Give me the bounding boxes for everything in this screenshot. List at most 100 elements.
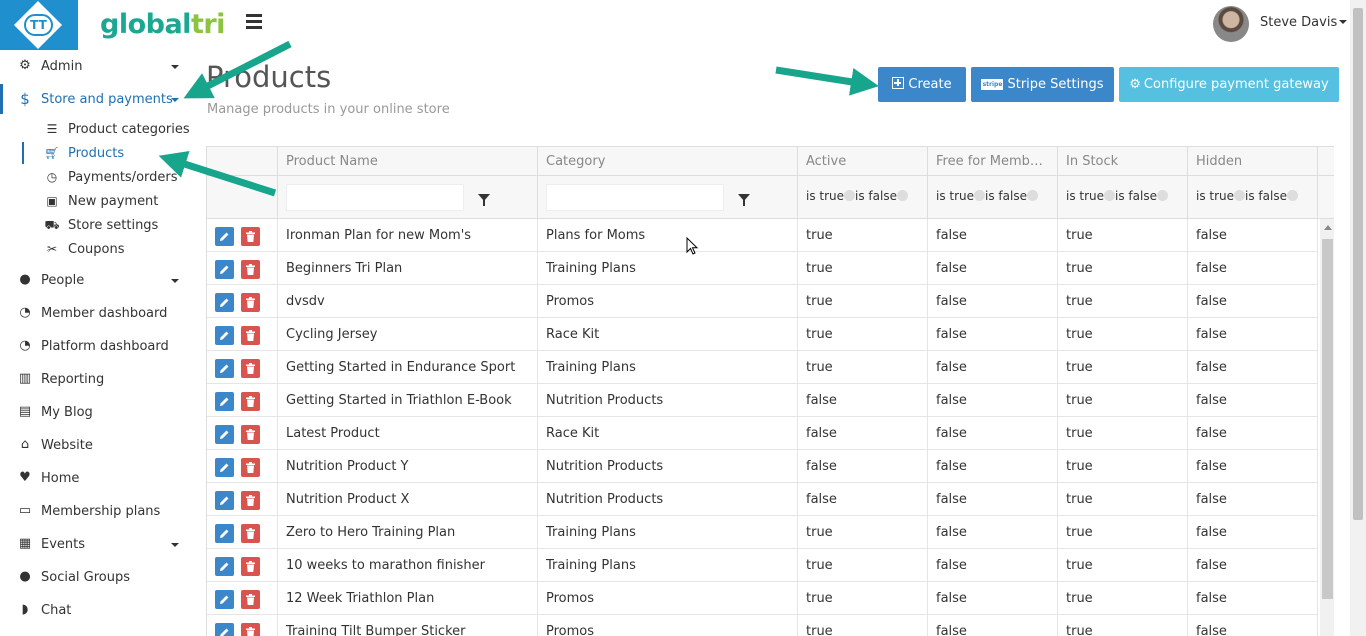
trash-icon[interactable] <box>241 425 260 444</box>
table-row[interactable]: Getting Started in Endurance Sport Traini… <box>207 351 1318 384</box>
sidebar-subitem-product-categories[interactable]: ☰ Product categories <box>40 117 190 141</box>
category-filter-input[interactable] <box>546 184 724 211</box>
scissors-icon: ✂ <box>46 242 58 256</box>
is-false-radio[interactable] <box>1156 190 1168 201</box>
table-row[interactable]: dvsdv Promos true false true false <box>207 285 1318 318</box>
trash-icon[interactable] <box>241 326 260 345</box>
is-false-radio[interactable] <box>1286 190 1298 201</box>
trash-icon[interactable] <box>241 227 260 246</box>
table-row[interactable]: Cycling Jersey Race Kit true false true false <box>207 318 1318 351</box>
edit-icon[interactable] <box>215 293 234 312</box>
trash-icon[interactable] <box>241 260 260 279</box>
sidebar-item-store-and-payments[interactable]: $ Store and payments <box>0 84 190 114</box>
free-for-members-cell: false <box>928 351 1058 384</box>
user-menu[interactable]: Steve Davis <box>1260 15 1348 30</box>
edit-icon[interactable] <box>215 524 234 543</box>
trash-icon[interactable] <box>241 392 260 411</box>
filter-icon[interactable] <box>738 194 750 206</box>
edit-icon[interactable] <box>215 557 234 576</box>
trash-icon[interactable] <box>241 524 260 543</box>
sidebar-item-social-groups[interactable]: ● Social Groups <box>0 562 190 592</box>
is-true-radio[interactable] <box>1234 190 1246 201</box>
is-false-radio[interactable] <box>896 190 908 201</box>
column-header-product-name[interactable]: Product Name <box>278 147 538 176</box>
create-button[interactable]: Create <box>878 67 966 102</box>
table-row[interactable]: 10 weeks to marathon finisher Training Pl… <box>207 549 1318 582</box>
is-true-radio[interactable] <box>1104 190 1116 201</box>
active-cell: true <box>798 516 928 549</box>
edit-icon[interactable] <box>215 623 234 636</box>
trash-icon[interactable] <box>241 623 260 636</box>
trash-icon[interactable] <box>241 557 260 576</box>
row-actions-cell <box>207 384 278 417</box>
trash-icon[interactable] <box>241 491 260 510</box>
filter-cell-hidden: is true is false <box>1188 176 1318 219</box>
logo[interactable]: TT <box>0 0 78 50</box>
table-row[interactable]: Nutrition Product X Nutrition Products fal… <box>207 483 1318 516</box>
category-cell: Promos <box>538 285 798 318</box>
table-row[interactable]: Getting Started in Triathlon E-Book Nutri… <box>207 384 1318 417</box>
page-scrollbar-thumb[interactable] <box>1353 8 1363 520</box>
column-header-category[interactable]: Category <box>538 147 798 176</box>
sidebar-subitem-products[interactable]: 🛒︎ Products <box>40 141 190 165</box>
brand-name[interactable]: globaltri <box>100 9 225 40</box>
sidebar-item-platform-dashboard[interactable]: ◔ Platform dashboard <box>0 331 190 361</box>
sidebar-subitem-coupons[interactable]: ✂ Coupons <box>40 237 190 261</box>
product-name-cell: 10 weeks to marathon finisher <box>278 549 538 582</box>
sidebar-item-admin[interactable]: ⚙ Admin <box>0 51 190 81</box>
sidebar-item-events[interactable]: ▦ Events <box>0 529 190 559</box>
table-row[interactable]: Training Tilt Bumper Sticker Promos true fa… <box>207 615 1318 636</box>
table-row[interactable]: Zero to Hero Training Plan Training Plans… <box>207 516 1318 549</box>
trash-icon[interactable] <box>241 359 260 378</box>
table-row[interactable]: Latest Product Race Kit false false true fals… <box>207 417 1318 450</box>
table-row[interactable]: 12 Week Triathlon Plan Promos true false tru… <box>207 582 1318 615</box>
stripe-settings-button[interactable]: stripe Stripe Settings <box>971 67 1114 102</box>
edit-icon[interactable] <box>215 590 234 609</box>
is-true-radio[interactable] <box>844 190 856 201</box>
column-header-in-stock[interactable]: In Stock <box>1058 147 1188 176</box>
trash-icon[interactable] <box>241 458 260 477</box>
menu-toggle-icon[interactable] <box>246 14 264 32</box>
column-header-free-for-members[interactable]: Free for Member... <box>928 147 1058 176</box>
active-cell: true <box>798 549 928 582</box>
category-cell: Plans for Moms <box>538 219 798 252</box>
edit-icon[interactable] <box>215 491 234 510</box>
filter-icon[interactable] <box>478 194 490 206</box>
configure-payment-gateway-button[interactable]: ⚙ Configure payment gateway <box>1119 67 1339 102</box>
is-false-radio[interactable] <box>1026 190 1038 201</box>
table-row[interactable]: Beginners Tri Plan Training Plans true fals… <box>207 252 1318 285</box>
sidebar-item-reporting[interactable]: ▥ Reporting <box>0 364 190 394</box>
edit-icon[interactable] <box>215 326 234 345</box>
edit-icon[interactable] <box>215 260 234 279</box>
product-name-filter-input[interactable] <box>286 184 464 211</box>
sidebar-subitem-store-settings[interactable]: ⛟ Store settings <box>40 213 190 237</box>
sidebar-item-website[interactable]: ⌂ Website <box>0 430 190 460</box>
sidebar-item-chat[interactable]: ◗ Chat <box>0 595 190 625</box>
column-header-hidden[interactable]: Hidden <box>1188 147 1318 176</box>
grid-scrollbar-thumb[interactable] <box>1322 239 1333 599</box>
trash-icon[interactable] <box>241 590 260 609</box>
edit-icon[interactable] <box>215 392 234 411</box>
avatar[interactable] <box>1213 6 1249 42</box>
sidebar-subitem-label: Payments/orders <box>68 170 178 185</box>
sidebar-subitem-new-payment[interactable]: ▣ New payment <box>40 189 190 213</box>
edit-icon[interactable] <box>215 458 234 477</box>
is-true-radio[interactable] <box>974 190 986 201</box>
table-row[interactable]: Ironman Plan for new Mom's Plans for Moms… <box>207 219 1318 252</box>
column-header-active[interactable]: Active <box>798 147 928 176</box>
sidebar-item-people[interactable]: ● People <box>0 265 190 295</box>
sidebar-item-my-blog[interactable]: ▤ My Blog <box>0 397 190 427</box>
grid-scrollbar[interactable] <box>1320 219 1334 636</box>
sidebar-subitem-payments-orders[interactable]: ◷ Payments/orders <box>40 165 190 189</box>
scroll-up-icon[interactable] <box>1324 225 1332 230</box>
edit-icon[interactable] <box>215 359 234 378</box>
edit-icon[interactable] <box>215 425 234 444</box>
sidebar-item-membership-plans[interactable]: ▭ Membership plans <box>0 496 190 526</box>
table-row[interactable]: Nutrition Product Y Nutrition Products fal… <box>207 450 1318 483</box>
sidebar-item-home[interactable]: ♥ Home <box>0 463 190 493</box>
hidden-cell: false <box>1188 417 1318 450</box>
page-scrollbar[interactable] <box>1350 0 1366 636</box>
edit-icon[interactable] <box>215 227 234 246</box>
trash-icon[interactable] <box>241 293 260 312</box>
sidebar-item-member-dashboard[interactable]: ◔ Member dashboard <box>0 298 190 328</box>
